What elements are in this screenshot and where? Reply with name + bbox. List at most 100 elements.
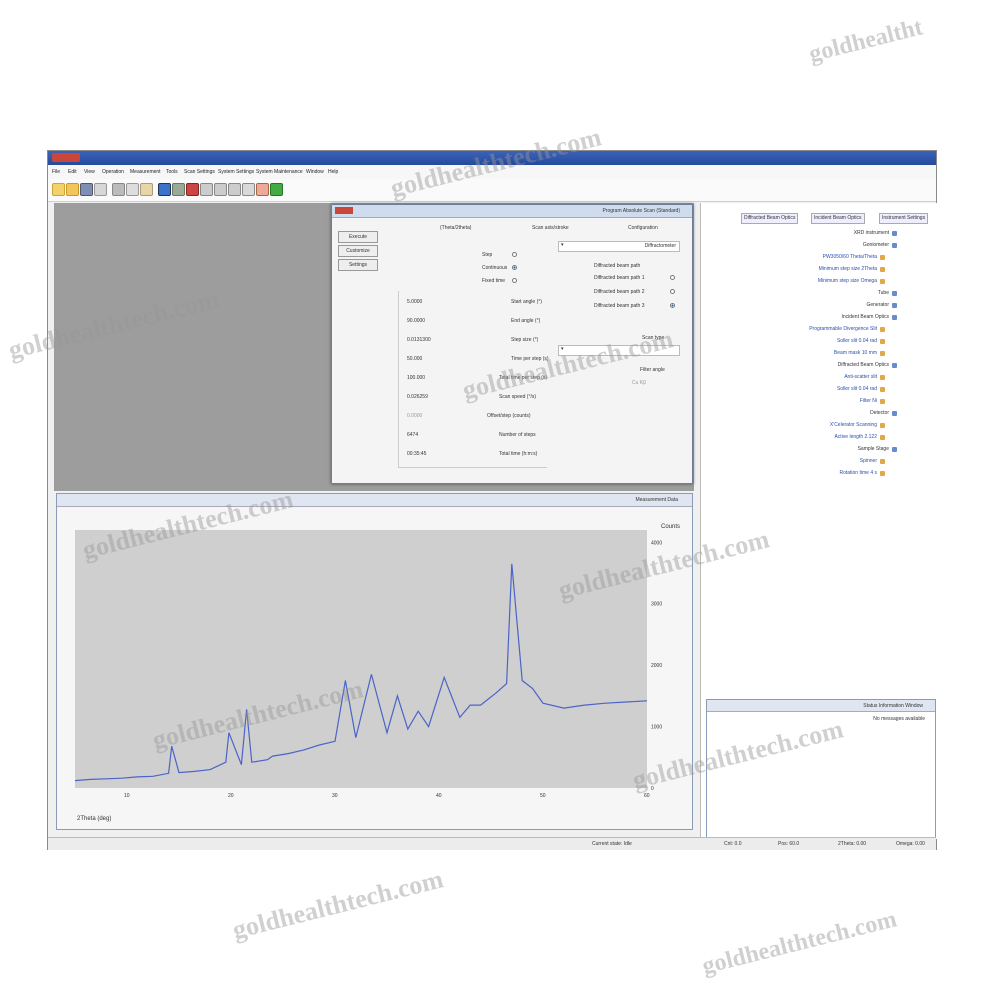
param-label: Total time (h:m:s) [499, 451, 538, 457]
window-controls[interactable] [52, 153, 80, 162]
radio-continuous[interactable] [512, 265, 517, 270]
beam-option-3[interactable]: Diffracted beam path 3 [594, 303, 645, 309]
x-tick-label: 50 [540, 793, 546, 799]
tree-item[interactable]: Rotation time 4 s [701, 469, 937, 479]
run-arrow-icon[interactable] [270, 183, 283, 196]
plot-title-bar[interactable]: Measurement Data [57, 494, 692, 507]
beam-path-label: Diffracted beam path [594, 263, 641, 269]
tree-item[interactable]: Soller slit 0.04 rad [701, 337, 937, 347]
new-file-icon[interactable] [52, 183, 65, 196]
dialog-close-button[interactable] [335, 207, 353, 214]
tree-item-label: Diffracted Beam Optics [837, 362, 889, 368]
scan-mode-fixed[interactable]: Fixed time [482, 278, 505, 284]
tree-item[interactable]: Tube [701, 289, 937, 299]
open-folder-icon[interactable] [66, 183, 79, 196]
param-value[interactable]: 0.026259 [407, 394, 428, 400]
radio-beam-1[interactable] [670, 275, 675, 280]
tree-item[interactable]: Incident Beam Optics [701, 313, 937, 323]
tab-incident-beam[interactable]: Incident Beam Optics [811, 213, 865, 224]
tree-item[interactable]: Detector [701, 409, 937, 419]
tree-item[interactable]: Goniometer [701, 241, 937, 251]
status-position: Pos: 60.0 [778, 841, 800, 847]
scan-mode-continuous[interactable]: Continuous [482, 265, 507, 271]
param-label: Number of steps [499, 432, 536, 438]
window-icon[interactable] [242, 183, 255, 196]
zoom-icon[interactable] [172, 183, 185, 196]
radio-fixed-time[interactable] [512, 278, 517, 283]
param-value[interactable]: 90.0000 [407, 318, 425, 324]
param-value[interactable]: 50.000 [407, 356, 422, 362]
x-tick-label: 10 [124, 793, 130, 799]
move-icon[interactable] [158, 183, 171, 196]
customize-button[interactable]: Customize [338, 245, 378, 257]
radio-beam-2[interactable] [670, 289, 675, 294]
execute-button[interactable]: Execute [338, 231, 378, 243]
configuration-value: Diffractometer [644, 243, 676, 249]
tab-diffracted-beam[interactable]: Diffracted Beam Optics [741, 213, 799, 224]
menu-edit[interactable]: Edit [68, 169, 77, 175]
radio-step[interactable] [512, 252, 517, 257]
tab-instrument-settings[interactable]: Instrument Settings [879, 213, 929, 224]
menu-window[interactable]: Window [306, 169, 324, 175]
param-value[interactable]: 5.0000 [407, 299, 422, 305]
tree-item[interactable]: XRD instrument [701, 229, 937, 239]
print-icon[interactable] [94, 183, 107, 196]
paste-icon[interactable] [140, 183, 153, 196]
undo-icon[interactable] [186, 183, 199, 196]
copy-icon[interactable] [126, 183, 139, 196]
tree-item[interactable]: Active length 2.122 [701, 433, 937, 443]
report-icon[interactable] [256, 183, 269, 196]
tree-item[interactable]: Filter Ni [701, 397, 937, 407]
param-value[interactable]: 0.0131300 [407, 337, 431, 343]
scan-mode-step[interactable]: Step [482, 252, 492, 258]
plot-title: Measurement Data [635, 497, 678, 503]
tree-item-label: Incident Beam Optics [841, 314, 889, 320]
tree-item[interactable]: Diffracted Beam Optics [701, 361, 937, 371]
scan-type-select[interactable]: ▾ [558, 345, 680, 356]
tree-item[interactable]: Beam mask 10 mm [701, 349, 937, 359]
tree-item-label: Sample Stage [857, 446, 889, 452]
message-title-bar[interactable]: Status Information Window [707, 700, 935, 712]
beam-option-2[interactable]: Diffracted beam path 2 [594, 289, 645, 295]
beam-option-1[interactable]: Diffracted beam path 1 [594, 275, 645, 281]
tree-item-label: Minimum step size Omega [817, 278, 877, 284]
menu-measurement[interactable]: Measurement [130, 169, 161, 175]
cut-icon[interactable] [112, 183, 125, 196]
param-value[interactable]: 100.000 [407, 375, 425, 381]
tree-item[interactable]: Programmable Divergence Slit [701, 325, 937, 335]
tree-item-label: Goniometer [862, 242, 889, 248]
tree-item[interactable]: Generator [701, 301, 937, 311]
chevron-down-icon: ▾ [561, 242, 564, 248]
diffraction-plot[interactable]: 0 1000 2000 3000 4000 10 20 30 40 50 60 2Theta (d… [63, 508, 687, 826]
setting-icon [880, 351, 885, 356]
menu-file[interactable]: File [52, 169, 60, 175]
setting-icon [880, 267, 885, 272]
tree-item[interactable]: Sample Stage [701, 445, 937, 455]
title-bar[interactable] [48, 151, 936, 165]
menu-system-maintenance[interactable]: System Maintenance [256, 169, 303, 175]
tree-item[interactable]: Spinner [701, 457, 937, 467]
menu-tools[interactable]: Tools [166, 169, 178, 175]
radio-beam-3[interactable] [670, 303, 675, 308]
tree-item[interactable]: X'Celerator Scanning [701, 421, 937, 431]
tree-item[interactable]: Soller slit 0.04 rad [701, 385, 937, 395]
settings-icon[interactable] [214, 183, 227, 196]
target-icon[interactable] [200, 183, 213, 196]
tree-item[interactable]: PW3050/60 Theta/Theta [701, 253, 937, 263]
param-label: Step size (°) [511, 337, 539, 343]
tree-item[interactable]: Minimum step size 2Theta [701, 265, 937, 275]
tree-item[interactable]: Anti-scatter slit [701, 373, 937, 383]
settings-button[interactable]: Settings [338, 259, 378, 271]
menu-help[interactable]: Help [328, 169, 338, 175]
save-icon[interactable] [80, 183, 93, 196]
menu-operation[interactable]: Operation [102, 169, 124, 175]
menu-system-settings[interactable]: System Settings [218, 169, 254, 175]
menu-view[interactable]: View [84, 169, 95, 175]
settings-tree: XRD instrument Goniometer PW3050/60 Theta/… [701, 229, 937, 489]
tree-item[interactable]: Minimum step size Omega [701, 277, 937, 287]
menu-scan-settings[interactable]: Scan Settings [184, 169, 215, 175]
tree-item-label: Spinner [859, 458, 877, 464]
measure-icon[interactable] [228, 183, 241, 196]
dialog-title-bar[interactable]: Program Absolute Scan (Standard) [332, 205, 692, 218]
configuration-select[interactable]: Diffractometer ▾ [558, 241, 680, 252]
